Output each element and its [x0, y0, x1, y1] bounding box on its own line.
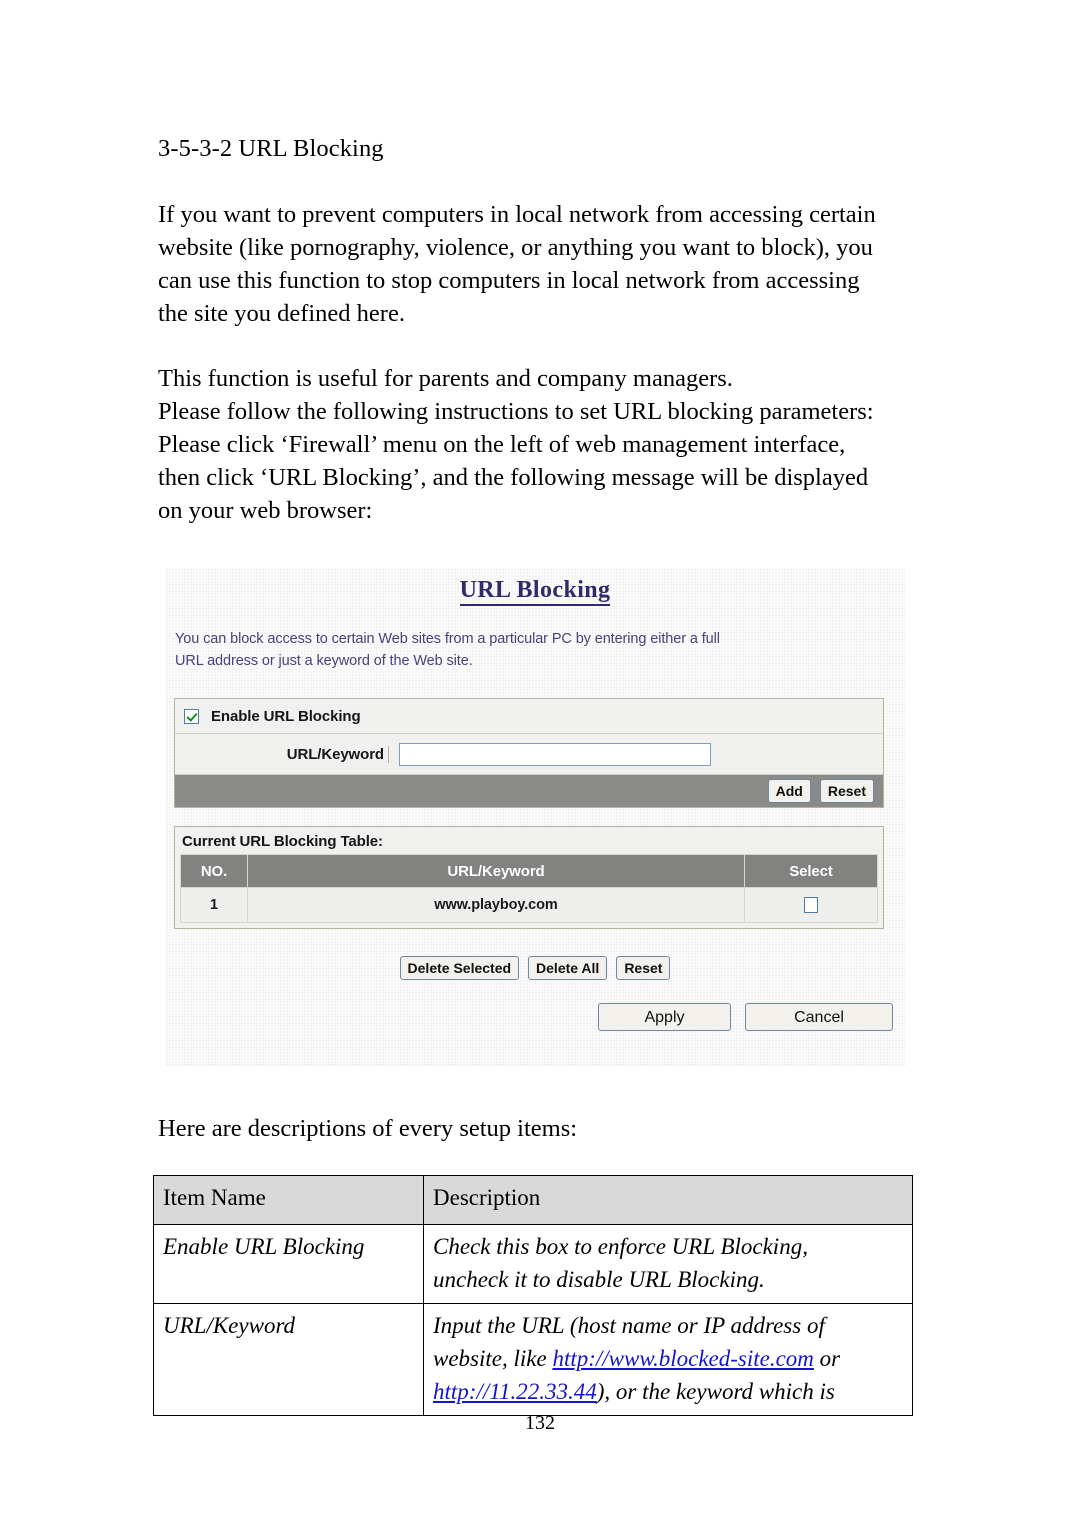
- desc-table-row: URL/Keyword Input the URL (host name or …: [153, 1303, 913, 1416]
- external-link[interactable]: http://11.22.33.44: [433, 1379, 597, 1404]
- cell-select: [744, 887, 878, 923]
- desc-table-header-row: Item Name Description: [153, 1175, 913, 1225]
- paragraph-line: the site you defined here.: [158, 300, 405, 327]
- desc-line: Input the URL (host name or IP address o…: [433, 1309, 904, 1342]
- table-action-buttons: Delete Selected Delete All Reset: [165, 956, 905, 980]
- desc-item-description: Check this box to enforce URL Blocking, u…: [423, 1224, 913, 1304]
- enable-url-blocking-row[interactable]: Enable URL Blocking: [175, 699, 883, 734]
- table-header-row: NO. URL/Keyword Select: [180, 854, 878, 888]
- setup-items-description-table: Item Name Description Enable URL Blockin…: [153, 1175, 913, 1416]
- desc-line: Check this box to enforce URL Blocking,: [433, 1230, 904, 1263]
- column-header-select: Select: [744, 854, 878, 888]
- desc-line: http://11.22.33.44), or the keyword whic…: [433, 1375, 904, 1408]
- enable-url-blocking-checkbox[interactable]: [184, 708, 199, 724]
- paragraph-line: If you want to prevent computers in loca…: [158, 201, 876, 228]
- url-keyword-input[interactable]: [399, 742, 711, 766]
- delete-all-button[interactable]: Delete All: [528, 956, 608, 980]
- desc-line: website, like http://www.blocked-site.co…: [433, 1342, 904, 1375]
- paragraph-line: website (like pornography, violence, or …: [158, 234, 873, 261]
- desc-text: Check this box to enforce URL Blocking,: [433, 1234, 808, 1259]
- url-keyword-label: URL/Keyword: [175, 745, 389, 763]
- cancel-button[interactable]: Cancel: [745, 1003, 893, 1031]
- paragraph-line: Here are descriptions of every setup ite…: [158, 1115, 578, 1142]
- paragraph-descriptions-lead: Here are descriptions of every setup ite…: [158, 1112, 928, 1145]
- desc-text: or: [813, 1346, 841, 1371]
- desc-text: uncheck it to disable URL Blocking.: [433, 1267, 765, 1292]
- screenshot-description: You can block access to certain Web site…: [175, 628, 890, 672]
- desc-table-row: Enable URL Blocking Check this box to en…: [153, 1224, 913, 1304]
- paragraph-line: Please follow the following instructions…: [158, 398, 874, 425]
- paragraph-line: can use this function to stop computers …: [158, 267, 860, 294]
- desc-line: uncheck it to disable URL Blocking.: [433, 1263, 904, 1296]
- desc-text: Input the URL (host name or IP address o…: [433, 1313, 825, 1338]
- desc-text: website, like: [433, 1346, 553, 1371]
- page-title: 3-5-3-2 URL Blocking: [158, 135, 384, 162]
- form-action-bar: Add Reset: [175, 775, 883, 807]
- desc-item-name: URL/Keyword: [153, 1303, 424, 1416]
- table-caption: Current URL Blocking Table:: [182, 833, 383, 850]
- desc-header-item-name: Item Name: [153, 1175, 424, 1225]
- form-reset-button[interactable]: Reset: [819, 779, 874, 803]
- column-header-no: NO.: [180, 854, 248, 888]
- page-number: 132: [525, 1412, 555, 1434]
- page-action-buttons: Apply Cancel: [165, 1003, 905, 1031]
- screenshot-title-text: URL Blocking: [459, 577, 611, 606]
- embedded-router-screenshot: URL Blocking You can block access to cer…: [165, 568, 905, 1066]
- document-page: 3-5-3-2 URL Blocking If you want to prev…: [0, 0, 1080, 1527]
- desc-item-description: Input the URL (host name or IP address o…: [423, 1303, 913, 1416]
- description-line: You can block access to certain Web site…: [175, 631, 720, 647]
- paragraph-instructions: This function is useful for parents and …: [158, 362, 928, 527]
- paragraph-line: on your web browser:: [158, 497, 373, 524]
- description-line: URL address or just a keyword of the Web…: [175, 653, 473, 669]
- cell-url: www.playboy.com: [247, 887, 745, 923]
- column-header-url: URL/Keyword: [247, 854, 745, 888]
- paragraph-line: then click ‘URL Blocking’, and the follo…: [158, 464, 869, 491]
- url-blocking-table: NO. URL/Keyword Select 1 www.playboy.com: [180, 854, 878, 923]
- screenshot-title: URL Blocking: [165, 577, 905, 606]
- paragraph-line: This function is useful for parents and …: [158, 365, 733, 392]
- apply-button[interactable]: Apply: [598, 1003, 731, 1031]
- delete-selected-button[interactable]: Delete Selected: [399, 956, 520, 980]
- enable-url-blocking-label: Enable URL Blocking: [211, 707, 361, 725]
- url-blocking-form-panel: Enable URL Blocking URL/Keyword Add Rese…: [174, 698, 884, 808]
- cell-no: 1: [180, 887, 248, 923]
- external-link[interactable]: http://www.blocked-site.com: [552, 1346, 813, 1371]
- desc-header-description: Description: [423, 1175, 913, 1225]
- paragraph-line: Please click ‘Firewall’ menu on the left…: [158, 431, 846, 458]
- desc-item-name: Enable URL Blocking: [153, 1224, 424, 1304]
- add-button[interactable]: Add: [767, 779, 811, 803]
- table-reset-button[interactable]: Reset: [616, 956, 671, 980]
- table-row: 1 www.playboy.com: [180, 887, 878, 923]
- row-select-checkbox[interactable]: [804, 897, 818, 914]
- desc-text: ), or the keyword which is: [596, 1379, 835, 1404]
- url-keyword-row: URL/Keyword: [175, 734, 883, 775]
- current-url-blocking-table-panel: Current URL Blocking Table: NO. URL/Keyw…: [174, 826, 884, 929]
- paragraph-intro: If you want to prevent computers in loca…: [158, 198, 928, 330]
- url-keyword-input-wrapper: [389, 742, 711, 766]
